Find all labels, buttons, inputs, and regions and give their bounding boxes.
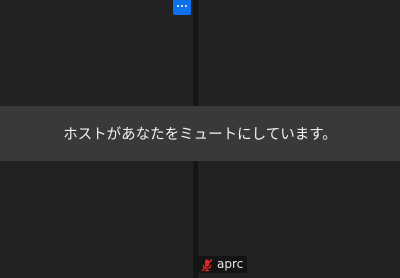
mic-muted-icon [201,258,213,271]
more-options-button[interactable] [173,0,191,15]
meeting-video-area: ホストがあなたをミュートにしています。 aprc [0,0,400,278]
host-muted-banner: ホストがあなたをミュートにしています。 [0,106,400,161]
participant-name: aprc [217,257,244,271]
more-horizontal-icon-dot [181,5,183,7]
more-horizontal-icon-dot [185,5,187,7]
host-muted-message: ホストがあなたをミュートにしています。 [63,127,337,143]
participant-name-tag: aprc [197,256,248,273]
more-horizontal-icon [177,5,179,7]
